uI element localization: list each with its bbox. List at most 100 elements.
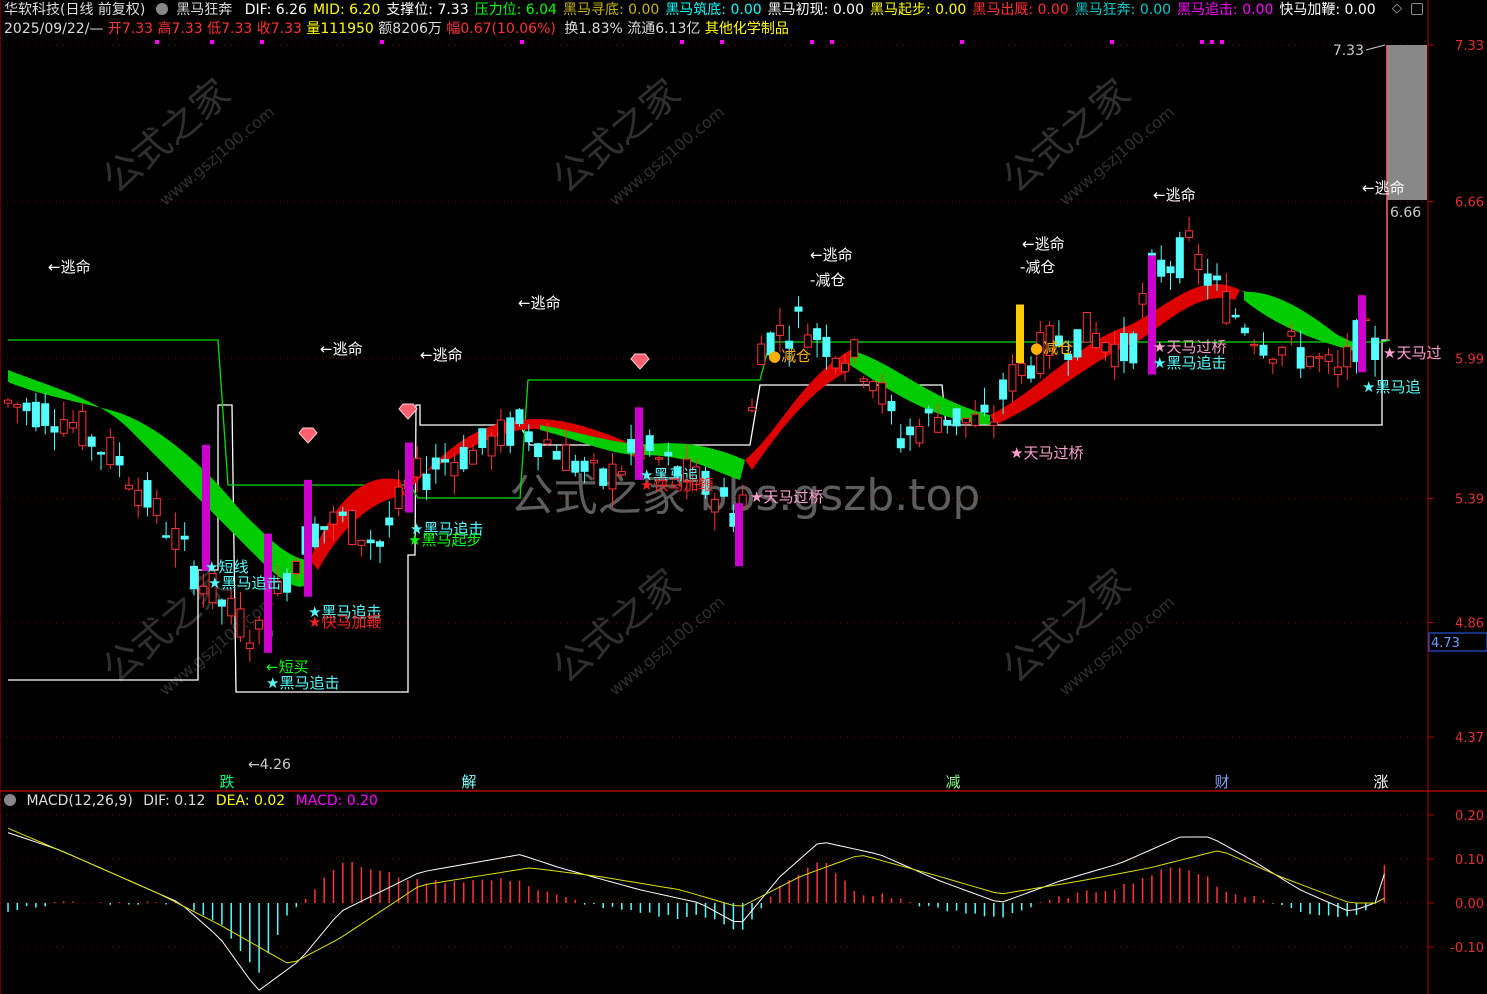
signal-candle bbox=[202, 444, 210, 572]
price-axis-label: 6.66 bbox=[1455, 196, 1484, 211]
ref-price-label: 6.66 bbox=[1390, 205, 1421, 221]
signal-candle bbox=[405, 442, 413, 513]
candle-down bbox=[422, 473, 431, 491]
reduce-annotation: ●减仓 bbox=[768, 347, 811, 365]
indicator-item: MID: 6.20 bbox=[312, 2, 381, 18]
candle-down bbox=[320, 526, 329, 530]
candle-down bbox=[887, 400, 896, 412]
macd-dif-label: DIF: bbox=[143, 793, 175, 809]
candle-down bbox=[599, 468, 608, 486]
escape-annotation: ←逃命 bbox=[1362, 179, 1405, 197]
candle-up bbox=[655, 457, 663, 460]
candle-up bbox=[757, 343, 766, 366]
candle-up bbox=[775, 324, 784, 336]
candle-down bbox=[1259, 344, 1268, 356]
collapse-icon[interactable] bbox=[155, 3, 168, 15]
candle-down bbox=[720, 487, 729, 497]
price-axis-label: 5.39 bbox=[1455, 493, 1484, 508]
signal-candle bbox=[735, 503, 743, 567]
limit-up-bar bbox=[1387, 45, 1427, 200]
candle-down bbox=[534, 443, 543, 458]
macd-dif-value: 0.12 bbox=[174, 793, 206, 809]
whip-annotation: ★快马加鞭 bbox=[308, 613, 381, 631]
window-box-icon[interactable] bbox=[1411, 3, 1423, 15]
candle-up bbox=[934, 417, 942, 433]
quote-open: 开7.33 bbox=[107, 21, 154, 37]
candle-down bbox=[459, 447, 468, 470]
candle-up bbox=[831, 357, 840, 369]
quote-volume: 量111950 bbox=[306, 21, 374, 37]
signal-dot bbox=[380, 40, 384, 44]
candle-up bbox=[1306, 356, 1314, 368]
indicator-item: DIF: 6.26 bbox=[244, 2, 307, 18]
candle-down bbox=[794, 306, 803, 312]
candle-down bbox=[999, 379, 1008, 400]
candle-down bbox=[822, 336, 831, 357]
signal-dot bbox=[1210, 40, 1214, 44]
indicator-item: 黑马出厩: 0.00 bbox=[972, 2, 1069, 18]
candle-up bbox=[878, 382, 887, 405]
candle-down bbox=[552, 451, 561, 460]
candle-up bbox=[106, 436, 115, 466]
candle-up bbox=[1343, 346, 1352, 368]
quote-change: 幅0.67(10.06%) bbox=[446, 21, 556, 37]
candle-down bbox=[1203, 273, 1212, 286]
candle-down bbox=[1027, 365, 1035, 379]
macd-collapse-icon[interactable] bbox=[4, 794, 16, 806]
candle-up bbox=[292, 560, 301, 575]
candle-up bbox=[496, 419, 505, 446]
candle-up bbox=[589, 459, 598, 464]
candle-down bbox=[180, 535, 189, 540]
candle-down bbox=[1073, 329, 1082, 358]
candle-up bbox=[357, 539, 366, 546]
escape-annotation: ←逃命 bbox=[810, 246, 853, 264]
signal-dot bbox=[960, 40, 964, 44]
candle-up bbox=[1138, 293, 1147, 305]
signal-dot bbox=[680, 40, 684, 44]
bridge-annotation: ★天马过桥 bbox=[750, 488, 823, 506]
low-price-label: ←4.26 bbox=[248, 757, 291, 773]
candle-down bbox=[376, 541, 384, 547]
stock-title[interactable]: 华软科技(日线 前复权) bbox=[4, 2, 145, 18]
candle-down bbox=[1129, 333, 1138, 364]
candle-up bbox=[543, 439, 552, 445]
candle-down bbox=[366, 539, 375, 544]
candle-up bbox=[487, 435, 496, 457]
signal-dot bbox=[210, 40, 214, 44]
escape-annotation: ←逃命 bbox=[518, 294, 561, 312]
quote-row: 2025/09/22/— 开7.33 高7.33 低7.33 收7.33 量11… bbox=[4, 20, 789, 39]
chart-window[interactable]: 7.33 6.66 5.99 5.39 4.86 4.37 4.73 公式之家 www.gszj… bbox=[0, 0, 1487, 994]
shortline-annotation: ★短线 bbox=[205, 558, 248, 576]
candle-up bbox=[710, 498, 719, 513]
candle-up bbox=[4, 399, 12, 404]
candle-up bbox=[1017, 363, 1026, 377]
candle-up bbox=[841, 362, 849, 373]
candle-down bbox=[906, 426, 915, 436]
candle-up bbox=[803, 334, 812, 348]
macd-macd-value: 0.20 bbox=[346, 793, 378, 809]
candle-up bbox=[199, 585, 208, 595]
candle-up bbox=[617, 471, 626, 476]
candle-up bbox=[227, 597, 236, 617]
candle-down bbox=[1120, 333, 1128, 362]
candle-down bbox=[1166, 266, 1175, 274]
candle-up bbox=[1185, 230, 1194, 238]
chase-annotation: ★黑马追 bbox=[1362, 378, 1420, 396]
macd-title[interactable]: MACD(12,26,9) bbox=[26, 793, 132, 809]
indicator-name[interactable]: 黑马狂奔 bbox=[176, 2, 232, 18]
signal-dot bbox=[830, 40, 834, 44]
indicator-item: 黑马寻底: 0.00 bbox=[562, 2, 660, 18]
indicator-item: 支撑位: 7.33 bbox=[386, 2, 469, 18]
candle-down bbox=[22, 402, 31, 412]
signal-dot bbox=[1110, 40, 1114, 44]
macd-header: MACD(12,26,9) DIF: 0.12 DEA: 0.02 MACD: … bbox=[4, 793, 378, 809]
candle-down bbox=[97, 452, 105, 455]
candle-up bbox=[1268, 358, 1277, 364]
quote-high: 高7.33 bbox=[157, 21, 203, 37]
chart-canvas[interactable]: 7.336.665.995.394.864.374.73公式之家www.gszj… bbox=[0, 0, 1487, 994]
candle-up bbox=[152, 498, 161, 516]
minimize-icon[interactable]: ◇ bbox=[1392, 2, 1404, 15]
candle-up bbox=[608, 463, 617, 490]
macd-macd-label: MACD: bbox=[295, 793, 347, 809]
macd-axis-label: 0.00 bbox=[1455, 897, 1484, 912]
